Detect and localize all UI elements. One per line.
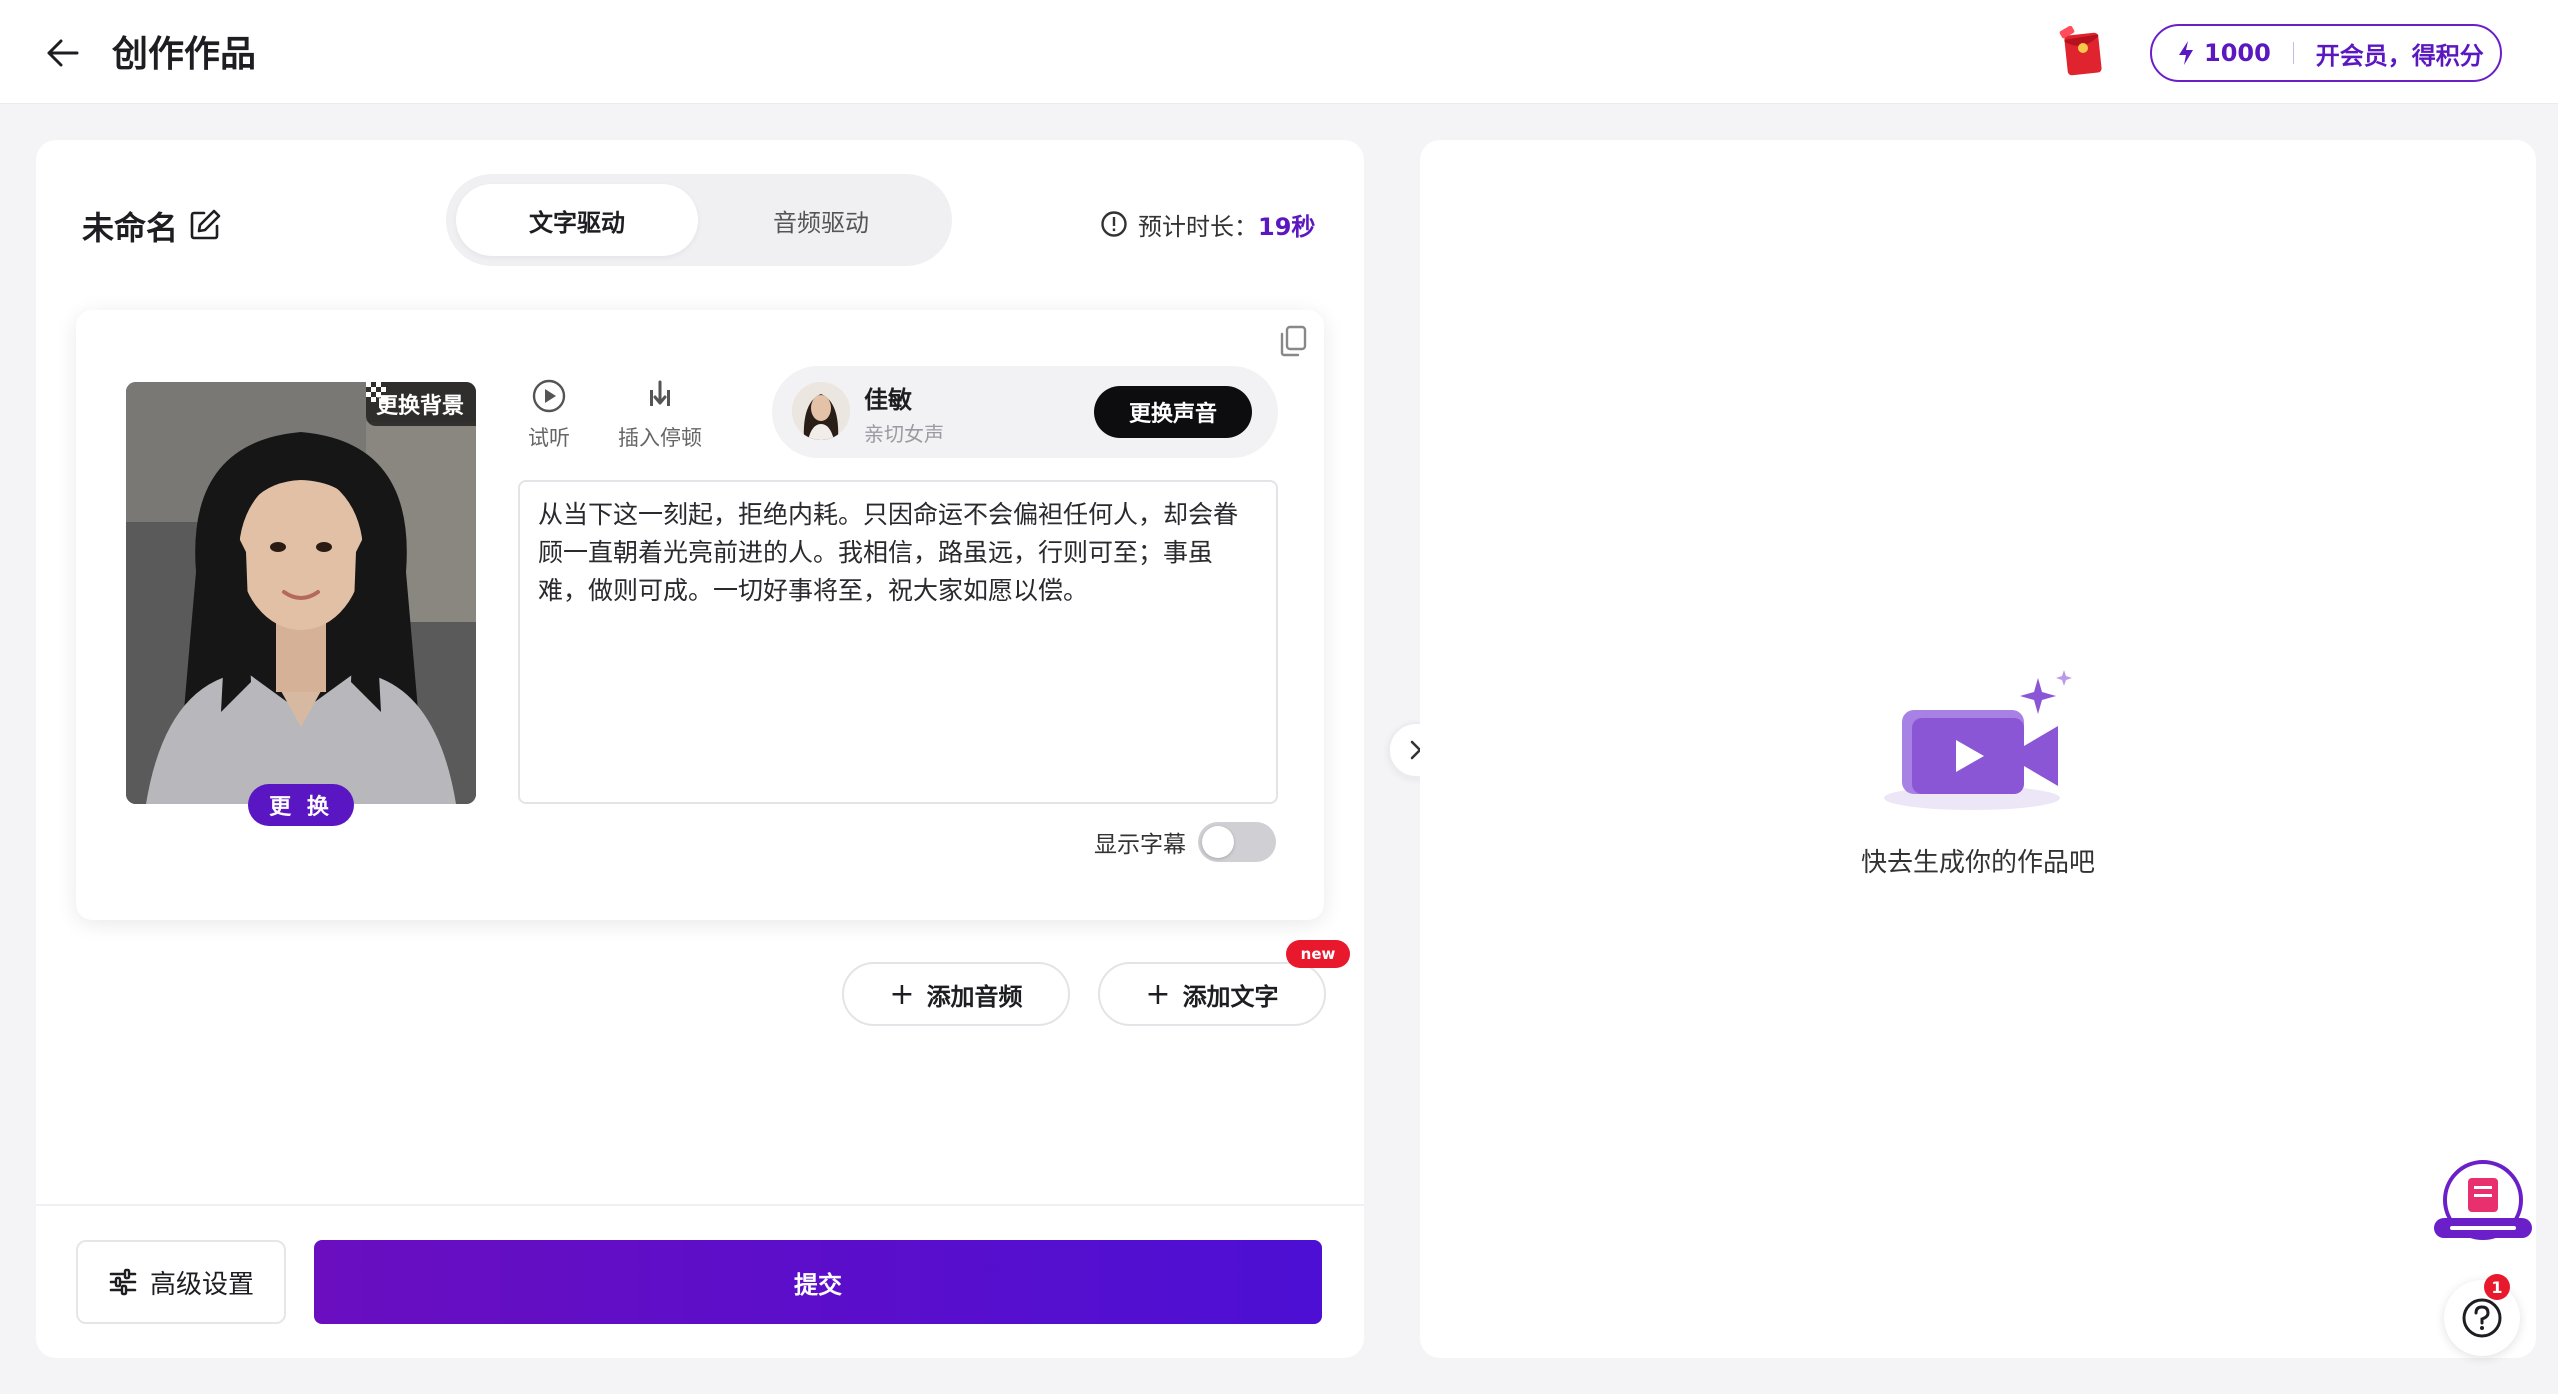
script-textarea[interactable]: 从当下这一刻起，拒绝内耗。只因命运不会偏袒任何人，却会眷顾一直朝着光亮前进的人。…	[518, 480, 1278, 804]
subtitle-toggle-row: 显示字幕	[1094, 822, 1276, 862]
credits-vip-pill[interactable]: 1000 开会员，得积分	[2150, 24, 2502, 82]
advanced-settings-label: 高级设置	[149, 1269, 254, 1300]
duration-label: 预计时长：	[1138, 212, 1258, 241]
insert-pause-icon	[650, 380, 670, 406]
insert-pause-button[interactable]: 插入停顿	[618, 378, 702, 452]
drive-mode-switch: 文字驱动 音频驱动	[446, 174, 952, 266]
checker-icon	[365, 382, 386, 402]
avatar-portrait	[126, 382, 476, 804]
lightning-icon	[2179, 41, 2193, 65]
info-icon	[1101, 211, 1127, 237]
top-bar: 创作作品 1000 开会员，得积分	[0, 0, 2558, 104]
work-name: 未命名	[82, 209, 179, 247]
add-text-label: 添加文字	[1182, 982, 1279, 1011]
editor-panel: 未命名 文字驱动 音频驱动 预计时长： 19秒 更换背景 更 换 试听 插入停顿…	[36, 140, 1364, 1358]
advanced-settings-button[interactable]: 高级设置	[76, 1240, 286, 1324]
voice-avatar	[792, 382, 850, 440]
vip-label: 开会员，得积分	[2315, 41, 2484, 70]
question-icon	[2462, 1298, 2502, 1338]
toggle-knob	[1202, 826, 1234, 858]
page-title: 创作作品	[112, 34, 257, 75]
tab-audio-drive[interactable]: 音频驱动	[700, 184, 942, 256]
pill-divider	[2292, 42, 2294, 64]
new-badge: new	[1286, 940, 1350, 968]
listen-label: 试听	[528, 426, 570, 450]
avatar-image[interactable]: 更换背景	[126, 382, 476, 804]
change-background-button[interactable]: 更换背景	[365, 382, 476, 426]
duration-value: 19秒	[1258, 212, 1316, 241]
estimated-duration: 预计时长： 19秒	[1100, 204, 1315, 244]
sliders-icon	[109, 1268, 137, 1296]
add-audio-label: 添加音频	[926, 982, 1023, 1011]
empty-state-text: 快去生成你的作品吧	[1860, 848, 2095, 878]
notification-badge: 1	[2484, 1274, 2510, 1300]
submit-button[interactable]: 提交	[314, 1240, 1322, 1324]
voice-selector: 佳敏 亲切女声 更换声音	[772, 366, 1278, 458]
add-text-button[interactable]: + 添加文字	[1098, 962, 1326, 1026]
segment-card: 更换背景 更 换 试听 插入停顿 佳敏 亲切女声 更换声音 从当下这一刻起，拒绝…	[76, 310, 1324, 920]
listen-button[interactable]: 试听	[528, 378, 570, 452]
play-circle-icon	[532, 379, 566, 413]
subtitle-toggle[interactable]	[1198, 822, 1276, 862]
change-avatar-button[interactable]: 更 换	[248, 784, 354, 826]
subtitle-label: 显示字幕	[1094, 832, 1186, 858]
red-envelope-icon[interactable]	[2058, 25, 2106, 76]
change-background-label: 更换背景	[375, 394, 464, 419]
promo-float-icon[interactable]	[2428, 1160, 2538, 1250]
footer-divider	[36, 1204, 1364, 1206]
voice-name: 佳敏	[864, 386, 912, 414]
copy-icon[interactable]	[1278, 324, 1308, 358]
video-camera-icon	[1884, 670, 2072, 810]
change-voice-button[interactable]: 更换声音	[1094, 386, 1252, 438]
preview-panel: 快去生成你的作品吧	[1420, 140, 2536, 1358]
edit-icon[interactable]	[188, 208, 224, 244]
credits-count: 1000	[2204, 39, 2271, 67]
insert-pause-label: 插入停顿	[618, 426, 702, 450]
plus-icon: +	[889, 976, 915, 1012]
tab-text-drive[interactable]: 文字驱动	[456, 184, 698, 256]
back-arrow-icon[interactable]	[40, 30, 86, 76]
add-audio-button[interactable]: + 添加音频	[842, 962, 1070, 1026]
voice-description: 亲切女声	[864, 422, 944, 446]
plus-icon: +	[1145, 976, 1171, 1012]
